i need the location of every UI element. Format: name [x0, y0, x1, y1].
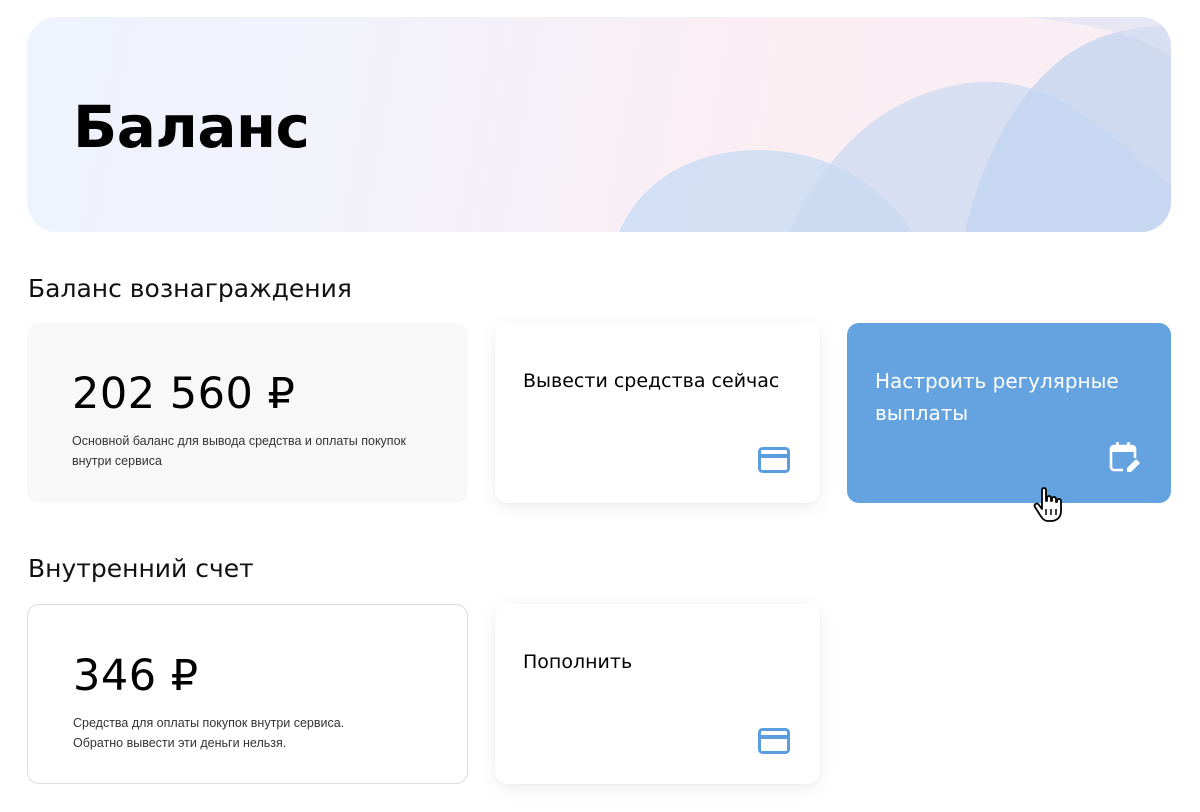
reward-balance-card: 202 560 ₽ Основной баланс для вывода сре… — [27, 323, 468, 503]
page-header-banner: Баланс — [27, 17, 1171, 232]
setup-regular-payouts-label: Настроить регулярные выплаты — [875, 369, 1119, 425]
page-title: Баланс — [73, 93, 310, 161]
credit-card-icon — [758, 447, 790, 473]
top-up-button[interactable]: Пополнить — [495, 604, 820, 784]
credit-card-icon — [758, 728, 790, 754]
withdraw-now-label: Вывести средства сейчас — [523, 370, 780, 392]
internal-account-description-line2: Обратно вывести эти деньги нельзя. — [73, 736, 287, 750]
internal-account-description: Средства для оплаты покупок внутри серви… — [73, 713, 433, 753]
withdraw-now-button[interactable]: Вывести средства сейчас — [495, 323, 820, 503]
internal-account-heading: Внутренний счет — [28, 554, 254, 583]
internal-account-card: 346 ₽ Средства для оплаты покупок внутри… — [27, 604, 468, 784]
reward-balance-description: Основной баланс для вывода средства и оп… — [72, 434, 406, 468]
reward-balance-amount: 202 560 ₽ — [72, 369, 296, 419]
reward-balance-heading: Баланс вознаграждения — [28, 274, 352, 303]
calendar-edit-icon — [1109, 442, 1143, 475]
setup-regular-payouts-button[interactable]: Настроить регулярные выплаты — [847, 323, 1171, 503]
top-up-label: Пополнить — [523, 651, 633, 673]
internal-account-amount: 346 ₽ — [73, 651, 199, 701]
internal-account-description-line1: Средства для оплаты покупок внутри серви… — [73, 716, 345, 730]
